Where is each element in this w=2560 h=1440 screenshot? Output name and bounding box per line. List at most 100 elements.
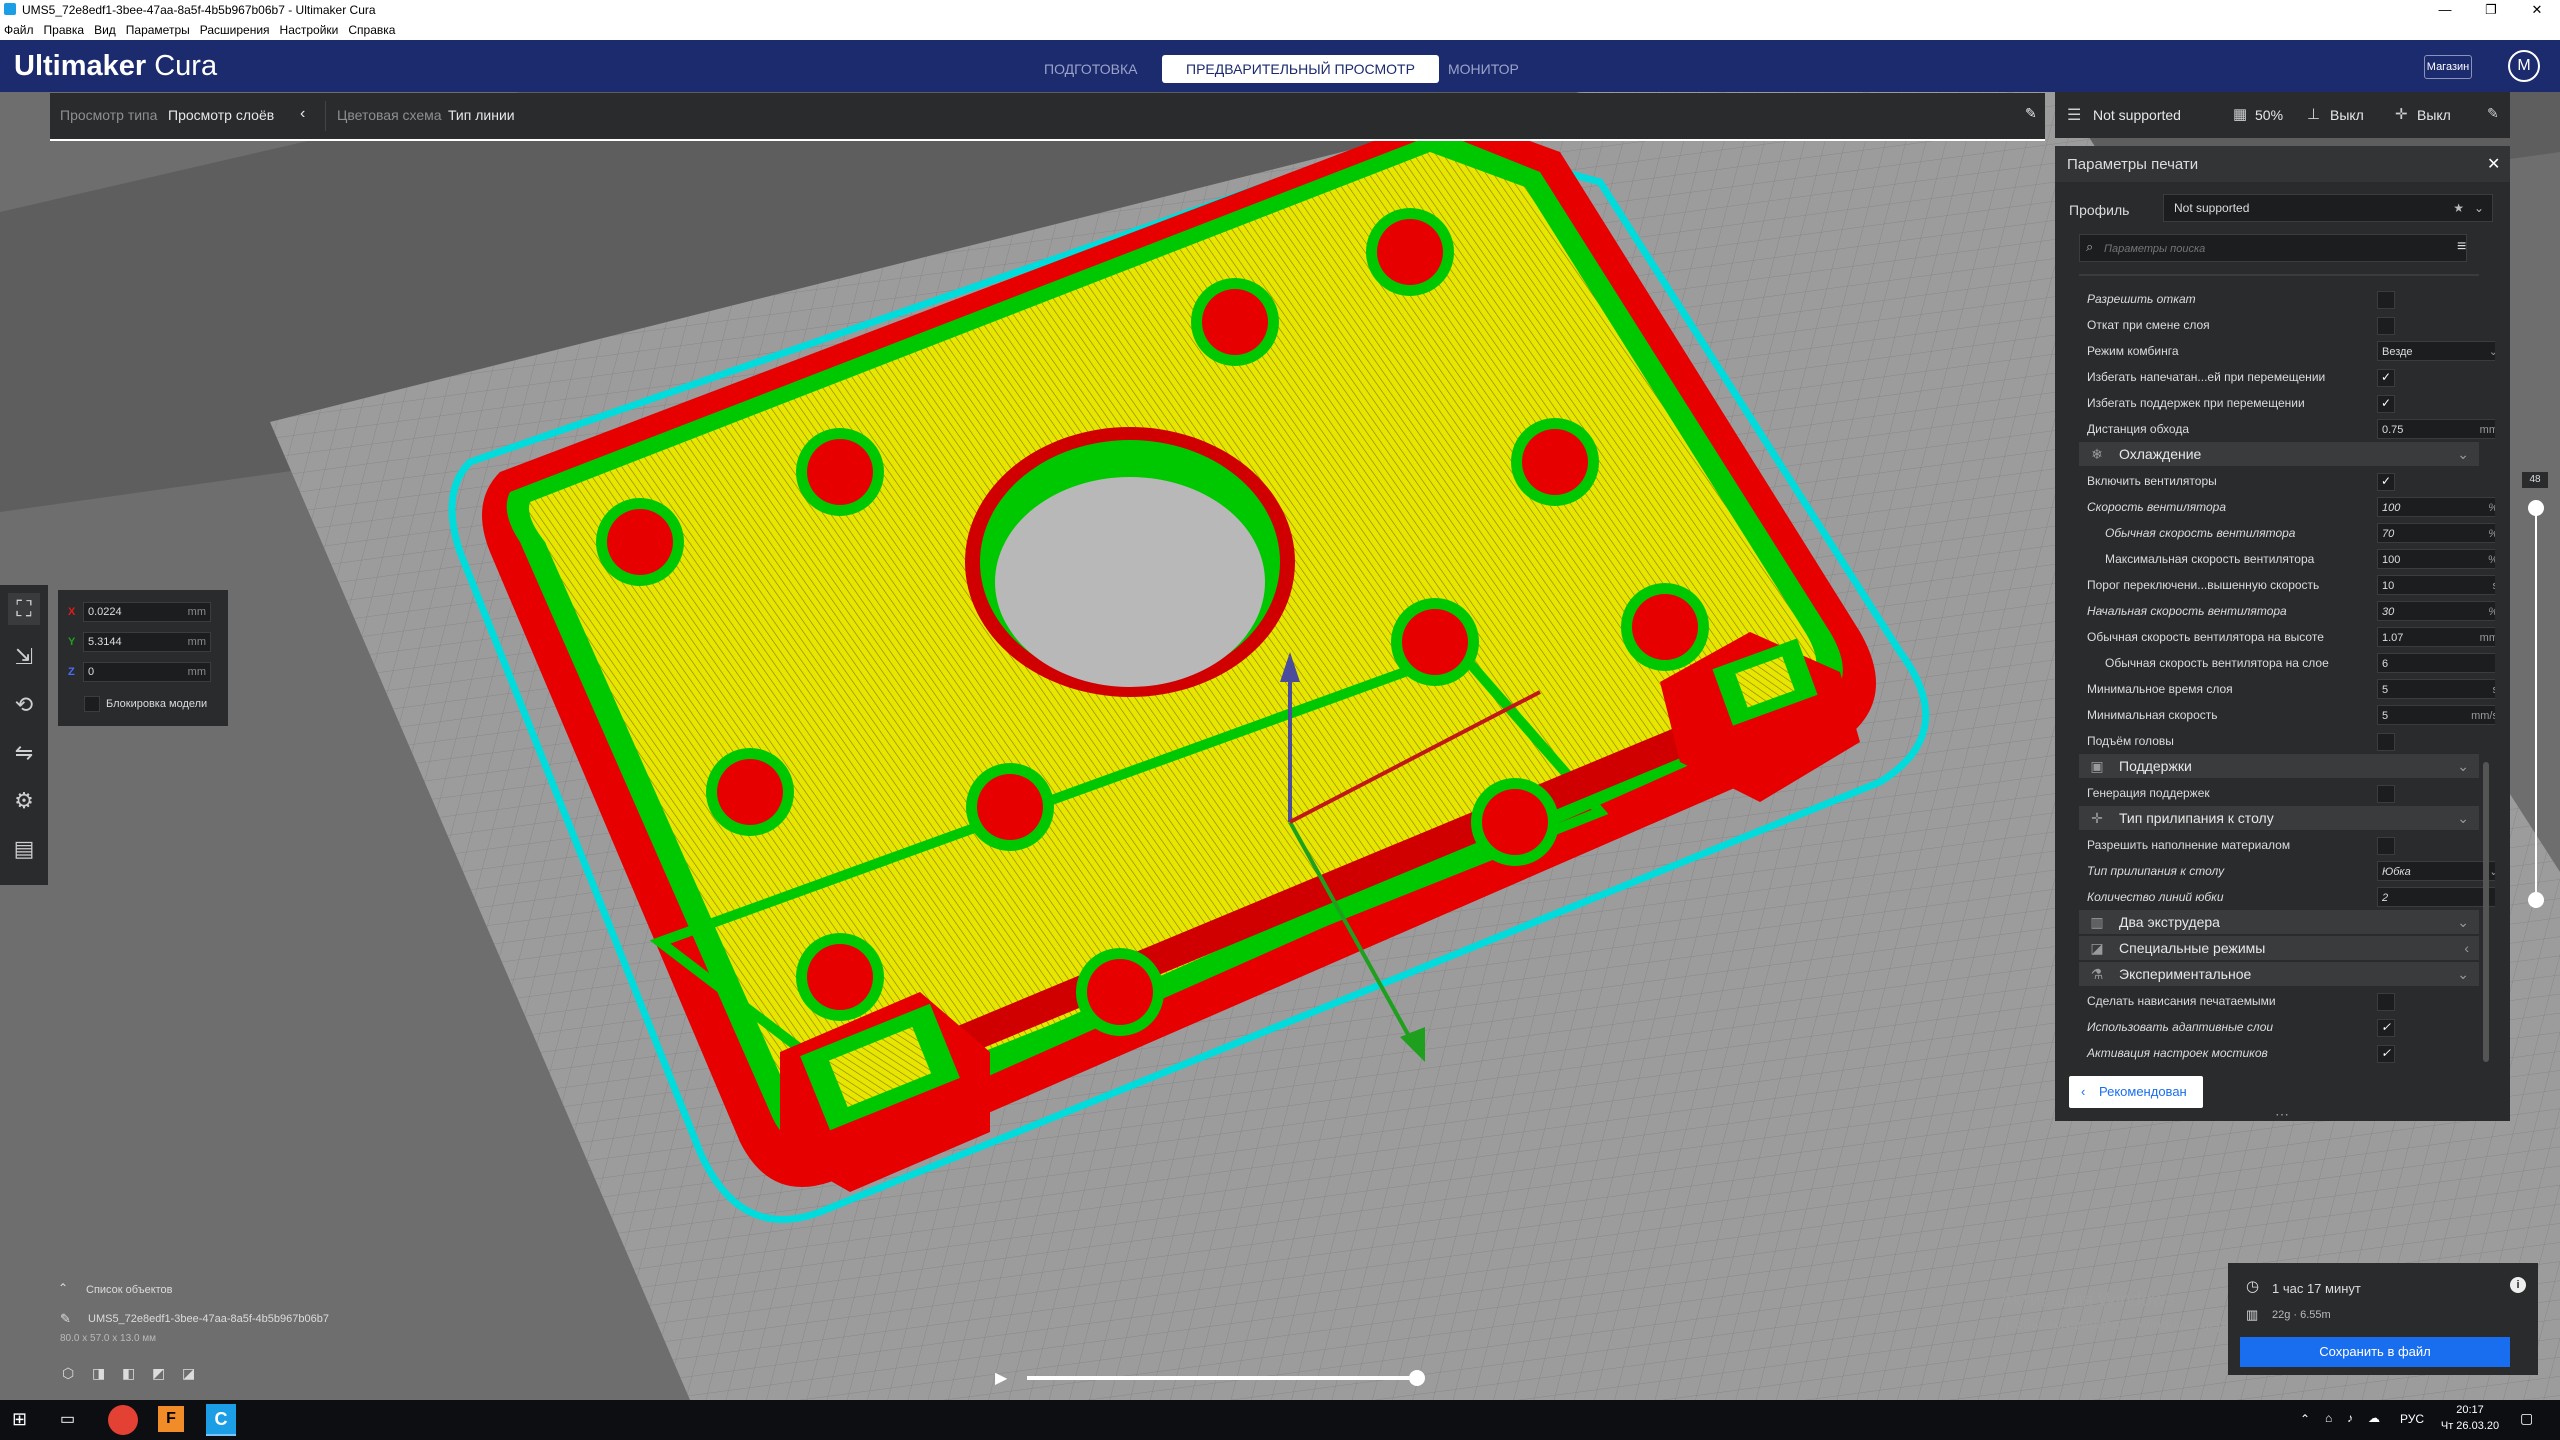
tab-prepare[interactable]: ПОДГОТОВКА <box>1020 55 1161 83</box>
setting-checkbox[interactable] <box>2377 733 2395 751</box>
notifications-icon[interactable]: ▢ <box>2520 1410 2533 1427</box>
close-icon[interactable]: ✕ <box>2487 154 2500 174</box>
edit-pencil-icon[interactable]: ✎ <box>2025 105 2037 122</box>
settings-search[interactable]: ⌕ <box>2079 234 2467 262</box>
view-type-select[interactable]: Просмотр слоёв <box>168 107 274 123</box>
mirror-tool-icon[interactable]: ⇋ <box>8 737 40 769</box>
setting-select[interactable]: Юбка⌄ <box>2377 861 2495 881</box>
view-top-icon[interactable]: ◧ <box>122 1365 135 1382</box>
setting-input[interactable]: 5mm/s <box>2377 705 2495 725</box>
network-icon[interactable]: ⌂ <box>2325 1411 2332 1425</box>
chrome-icon[interactable] <box>108 1405 138 1435</box>
path-slider-track[interactable] <box>1027 1376 1417 1380</box>
chevron-up-icon[interactable]: ⌃ <box>58 1281 68 1295</box>
maximize-icon[interactable]: ❐ <box>2468 0 2514 20</box>
setting-checkbox[interactable] <box>2377 993 2395 1011</box>
view-right-icon[interactable]: ◪ <box>182 1365 195 1382</box>
settings-menu-icon[interactable]: ≡ <box>2457 238 2466 256</box>
setting-input[interactable]: 10s <box>2377 575 2495 595</box>
marketplace-button[interactable]: Магазин <box>2424 55 2472 79</box>
setting-input[interactable]: 100% <box>2377 497 2495 517</box>
setting-checkbox[interactable]: ✓ <box>2377 1045 2395 1063</box>
setting-checkbox[interactable] <box>2377 291 2395 309</box>
menu-item-5[interactable]: Настройки <box>280 23 339 37</box>
recommended-button[interactable]: ‹ Рекомендован <box>2069 1076 2203 1108</box>
menu-item-0[interactable]: Файл <box>4 23 34 37</box>
setting-input[interactable]: 70% <box>2377 523 2495 543</box>
lock-model-checkbox[interactable] <box>84 696 100 712</box>
print-setup-bar[interactable]: ☰ Not supported ▦ 50% ⊥ Выкл ✛ Выкл ✎ <box>2055 92 2510 138</box>
rotate-tool-icon[interactable]: ⟲ <box>8 689 40 721</box>
setting-input[interactable]: 30% <box>2377 601 2495 621</box>
x-position-input[interactable]: 0.0224 mm <box>83 602 211 622</box>
settings-category[interactable]: ▥ Два экструдера ⌄ <box>2079 910 2479 934</box>
profile-select[interactable]: Not supported ★ ⌄ <box>2163 194 2493 222</box>
setting-input[interactable]: 100% <box>2377 549 2495 569</box>
star-icon[interactable]: ★ <box>2453 195 2464 221</box>
setting-checkbox[interactable] <box>2377 837 2395 855</box>
info-icon[interactable]: i <box>2510 1277 2526 1293</box>
fusion-app-icon[interactable]: F <box>158 1406 184 1432</box>
slider-bottom-handle[interactable] <box>2528 892 2544 908</box>
task-view-icon[interactable]: ▭ <box>60 1409 75 1429</box>
settings-scrollbar[interactable] <box>2483 762 2489 1062</box>
scale-tool-icon[interactable]: ⇲ <box>8 641 40 673</box>
save-to-file-button[interactable]: Сохранить в файл <box>2240 1337 2510 1367</box>
z-position-input[interactable]: 0 mm <box>83 662 211 682</box>
edit-pencil-icon[interactable]: ✎ <box>2487 105 2499 122</box>
menu-item-6[interactable]: Справка <box>348 23 395 37</box>
settings-category[interactable]: ⚗ Экспериментальное ⌄ <box>2079 962 2479 986</box>
setting-checkbox[interactable]: ✓ <box>2377 1019 2395 1037</box>
view-front-icon[interactable]: ◨ <box>92 1365 105 1382</box>
view-left-icon[interactable]: ◩ <box>152 1365 165 1382</box>
setting-checkbox[interactable]: ✓ <box>2377 473 2395 491</box>
language-indicator[interactable]: РУС <box>2400 1412 2424 1426</box>
layer-slider[interactable]: 48 <box>2522 472 2548 908</box>
clock-date[interactable]: Чт 26.03.20 <box>2436 1420 2504 1432</box>
windows-start-icon[interactable]: ⊞ <box>12 1409 27 1430</box>
settings-category[interactable]: ◪ Специальные режимы ‹ <box>2079 936 2479 960</box>
setting-label: Начальная скорость вентилятора <box>2087 604 2287 618</box>
minimize-icon[interactable]: — <box>2422 0 2468 20</box>
cloud-icon[interactable]: ☁ <box>2368 1411 2380 1425</box>
setting-checkbox[interactable]: ✓ <box>2377 395 2395 413</box>
settings-category[interactable]: ✛ Тип прилипания к столу ⌄ <box>2079 806 2479 830</box>
menu-item-2[interactable]: Вид <box>94 23 116 37</box>
volume-icon[interactable]: ♪ <box>2347 1411 2353 1425</box>
menu-item-3[interactable]: Параметры <box>126 23 190 37</box>
edit-pencil-icon[interactable]: ✎ <box>60 1311 71 1327</box>
setting-select[interactable]: Везде ⌄ <box>2377 341 2495 361</box>
slider-top-handle[interactable] <box>2528 500 2544 516</box>
setting-checkbox[interactable]: ✓ <box>2377 369 2395 387</box>
per-model-settings-icon[interactable]: ⚙ <box>8 785 40 817</box>
close-icon[interactable]: ✕ <box>2514 0 2560 20</box>
setting-input[interactable]: 1.07 mm <box>2377 627 2495 647</box>
setting-checkbox[interactable] <box>2377 317 2395 335</box>
view-3d-icon[interactable]: ⬡ <box>62 1365 74 1382</box>
tab-monitor[interactable]: МОНИТОР <box>1424 55 1543 83</box>
support-blocker-icon[interactable]: ▤ <box>8 833 40 865</box>
tab-preview[interactable]: ПРЕДВАРИТЕЛЬНЫЙ ПРОСМОТР <box>1162 55 1439 83</box>
setting-input[interactable]: 0.75 mm <box>2377 419 2495 439</box>
setting-checkbox[interactable] <box>2377 785 2395 803</box>
settings-category[interactable]: ▣ Поддержки ⌄ <box>2079 754 2479 778</box>
y-position-input[interactable]: 5.3144 mm <box>83 632 211 652</box>
move-tool-icon[interactable]: ⛶ <box>8 593 40 625</box>
object-list-title[interactable]: Список объектов <box>86 1284 173 1296</box>
clock-time[interactable]: 20:17 <box>2440 1404 2500 1416</box>
setting-input[interactable]: 6 <box>2377 653 2495 673</box>
color-scheme-select[interactable]: Тип линии <box>448 107 515 123</box>
menu-item-4[interactable]: Расширения <box>200 23 270 37</box>
menu-item-1[interactable]: Правка <box>44 23 85 37</box>
setting-input[interactable]: 5s <box>2377 679 2495 699</box>
cura-taskbar-icon[interactable]: C <box>206 1404 236 1436</box>
account-avatar[interactable]: M <box>2508 50 2540 82</box>
resize-handle[interactable]: ⋯ <box>2275 1106 2289 1123</box>
play-icon[interactable]: ▶ <box>995 1368 1007 1388</box>
search-input[interactable] <box>2102 238 2456 260</box>
setting-input[interactable]: 2 <box>2377 887 2495 907</box>
path-slider-handle[interactable] <box>1409 1370 1425 1386</box>
chevron-left-icon[interactable]: ‹ <box>300 105 305 123</box>
settings-category[interactable]: ❄ Охлаждение ⌄ <box>2079 442 2479 466</box>
tray-chevron-icon[interactable]: ⌃ <box>2300 1412 2310 1426</box>
